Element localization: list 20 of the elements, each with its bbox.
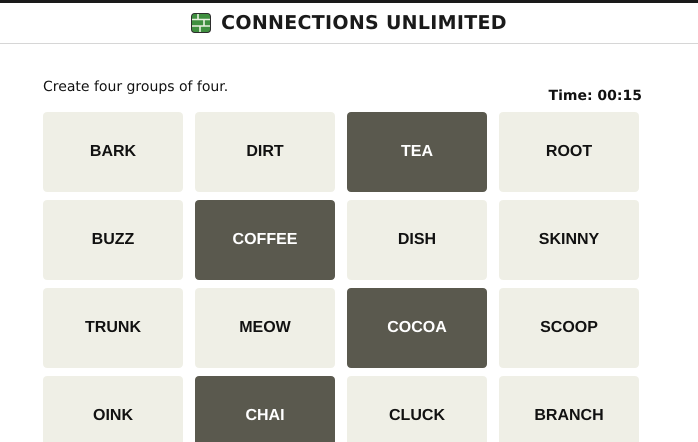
word-tile[interactable]: SKINNY — [499, 200, 639, 280]
word-tile[interactable]: COCOA — [347, 288, 487, 368]
instruction-text: Create four groups of four. — [43, 79, 228, 95]
app-title: CONNECTIONS UNLIMITED — [221, 12, 507, 34]
timer: Time: 00:15 — [548, 88, 642, 104]
word-tile[interactable]: BUZZ — [43, 200, 183, 280]
word-tile[interactable]: COFFEE — [195, 200, 335, 280]
word-tile[interactable]: TRUNK — [43, 288, 183, 368]
word-tile[interactable]: CLUCK — [347, 376, 487, 442]
word-tile[interactable]: SCOOP — [499, 288, 639, 368]
word-tile[interactable]: OINK — [43, 376, 183, 442]
word-tile[interactable]: TEA — [347, 112, 487, 192]
word-tile[interactable]: CHAI — [195, 376, 335, 442]
word-tile[interactable]: BARK — [43, 112, 183, 192]
grid-logo-icon — [191, 13, 212, 33]
word-tile[interactable]: BRANCH — [499, 376, 639, 442]
word-tile[interactable]: DISH — [347, 200, 487, 280]
word-tile[interactable]: DIRT — [195, 112, 335, 192]
word-tile[interactable]: ROOT — [499, 112, 639, 192]
word-tile[interactable]: MEOW — [195, 288, 335, 368]
